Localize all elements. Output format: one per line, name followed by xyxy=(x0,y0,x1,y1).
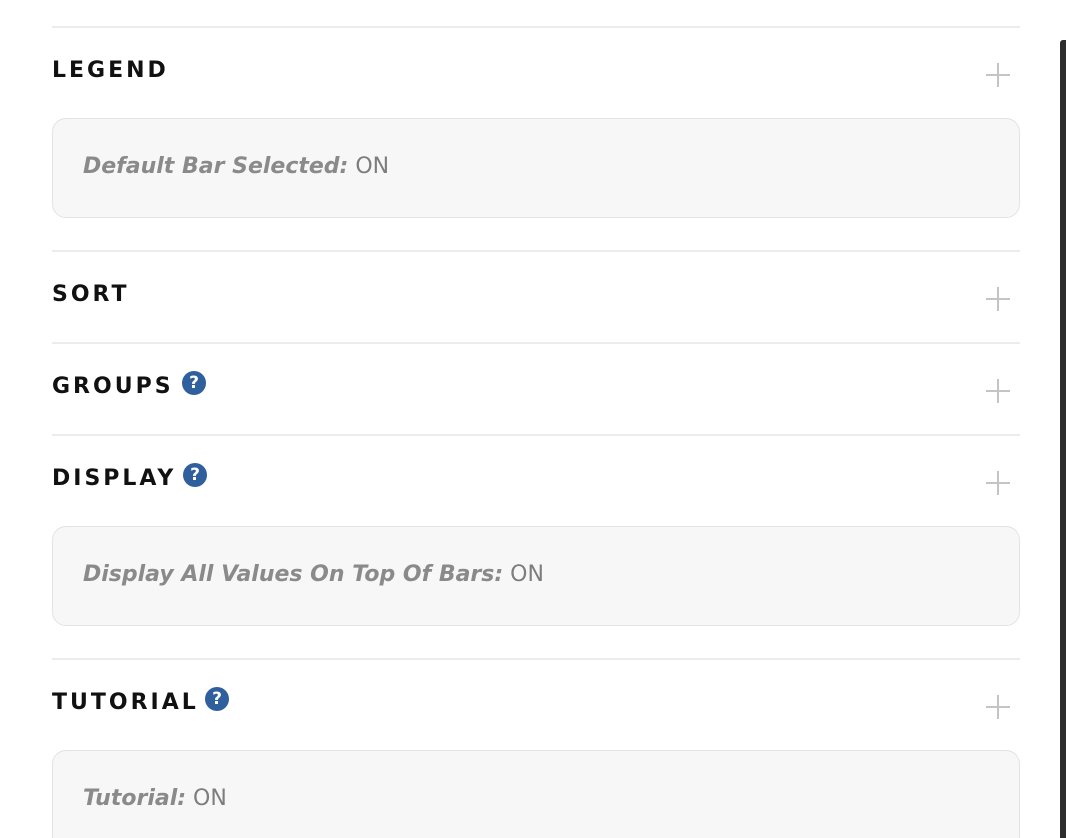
display-summary-value: ON xyxy=(510,562,544,587)
section-title-groups[interactable]: GROUPS xyxy=(52,374,174,399)
plus-icon[interactable] xyxy=(986,379,1010,403)
scrollbar[interactable] xyxy=(1060,40,1066,838)
display-summary-box: Display All Values On Top Of Bars: ON xyxy=(52,526,1020,626)
question-circle-icon[interactable]: ? xyxy=(205,687,229,711)
display-summary-line: Display All Values On Top Of Bars: ON xyxy=(83,562,544,587)
section-title-display[interactable]: DISPLAY xyxy=(52,466,176,491)
plus-icon[interactable] xyxy=(986,471,1010,495)
plus-icon[interactable] xyxy=(986,63,1010,87)
section-display: DISPLAY ? xyxy=(52,434,1020,526)
section-tutorial: TUTORIAL ? xyxy=(52,658,1020,750)
tutorial-summary-value: ON xyxy=(193,786,227,811)
legend-summary-value: ON xyxy=(355,154,390,179)
section-sort: SORT xyxy=(52,250,1020,342)
plus-icon[interactable] xyxy=(986,287,1010,311)
plus-icon[interactable] xyxy=(986,695,1010,719)
legend-summary-line: Default Bar Selected: ON xyxy=(83,154,389,179)
section-title-legend[interactable]: LEGEND xyxy=(52,58,169,83)
question-circle-icon[interactable]: ? xyxy=(182,371,206,395)
section-title-sort[interactable]: SORT xyxy=(52,282,130,307)
display-summary-key: Display All Values On Top Of Bars: xyxy=(83,562,504,587)
section-groups: GROUPS ? xyxy=(52,342,1020,434)
section-title-tutorial[interactable]: TUTORIAL xyxy=(52,690,199,715)
legend-summary-box: Default Bar Selected: ON xyxy=(52,118,1020,218)
question-circle-icon[interactable]: ? xyxy=(183,463,207,487)
settings-panel: LEGEND Default Bar Selected: ON SORT GRO… xyxy=(0,0,1066,838)
section-legend: LEGEND xyxy=(52,26,1020,118)
tutorial-summary-line: Tutorial: ON xyxy=(83,786,227,811)
tutorial-summary-box: Tutorial: ON xyxy=(52,750,1020,838)
tutorial-summary-key: Tutorial: xyxy=(83,786,187,811)
legend-summary-key: Default Bar Selected: xyxy=(83,154,349,179)
